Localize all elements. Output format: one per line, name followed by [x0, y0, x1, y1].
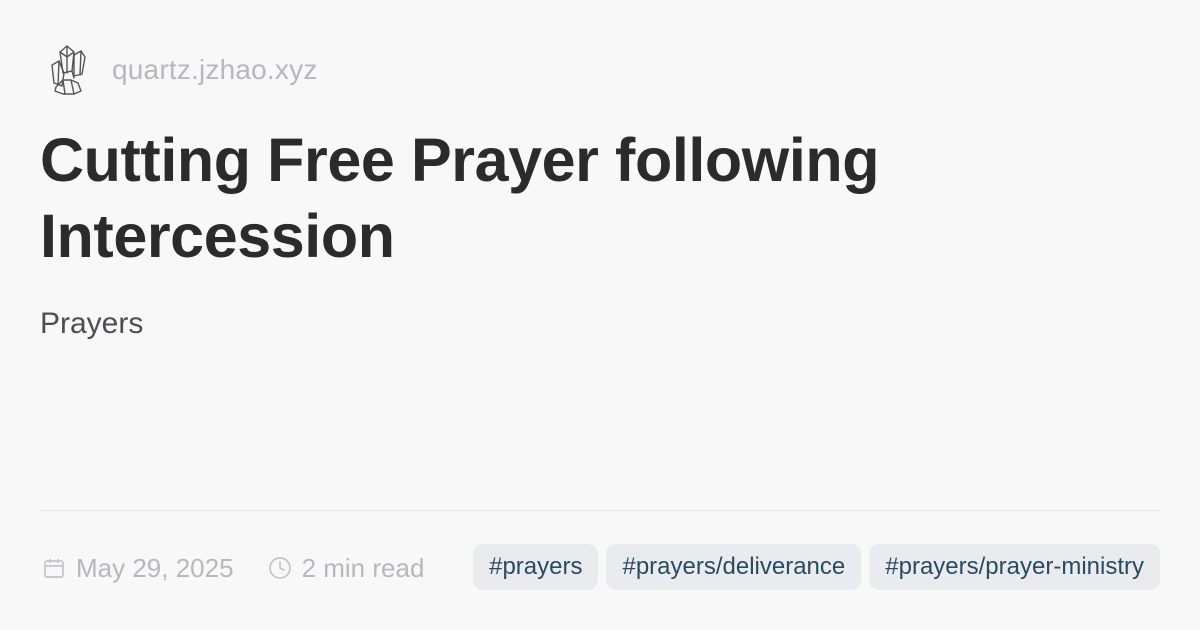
- reading-time: 2 min read: [268, 553, 425, 583]
- site-header: quartz.jzhao.xyz: [44, 42, 318, 98]
- published-date: May 29, 2025: [42, 555, 234, 581]
- crystal-icon: [44, 42, 90, 98]
- tag-prayers-deliverance[interactable]: #prayers/deliverance: [606, 544, 862, 590]
- reading-time-text: 2 min read: [301, 553, 425, 583]
- article-description: Prayers: [40, 307, 144, 340]
- article-meta: May 29, 2025 2 min read: [42, 546, 424, 590]
- meta-divider: [40, 510, 1160, 511]
- calendar-icon: [42, 556, 66, 580]
- article-title: Cutting Free Prayer following Intercessi…: [40, 126, 880, 270]
- tag-prayers-prayer-ministry[interactable]: #prayers/prayer-ministry: [869, 544, 1160, 590]
- site-url[interactable]: quartz.jzhao.xyz: [112, 56, 318, 84]
- tag-list: #prayers #prayers/deliverance #prayers/p…: [473, 544, 1160, 590]
- tag-prayers[interactable]: #prayers: [473, 544, 599, 590]
- clock-icon: [268, 556, 292, 580]
- date-text: May 29, 2025: [76, 553, 234, 583]
